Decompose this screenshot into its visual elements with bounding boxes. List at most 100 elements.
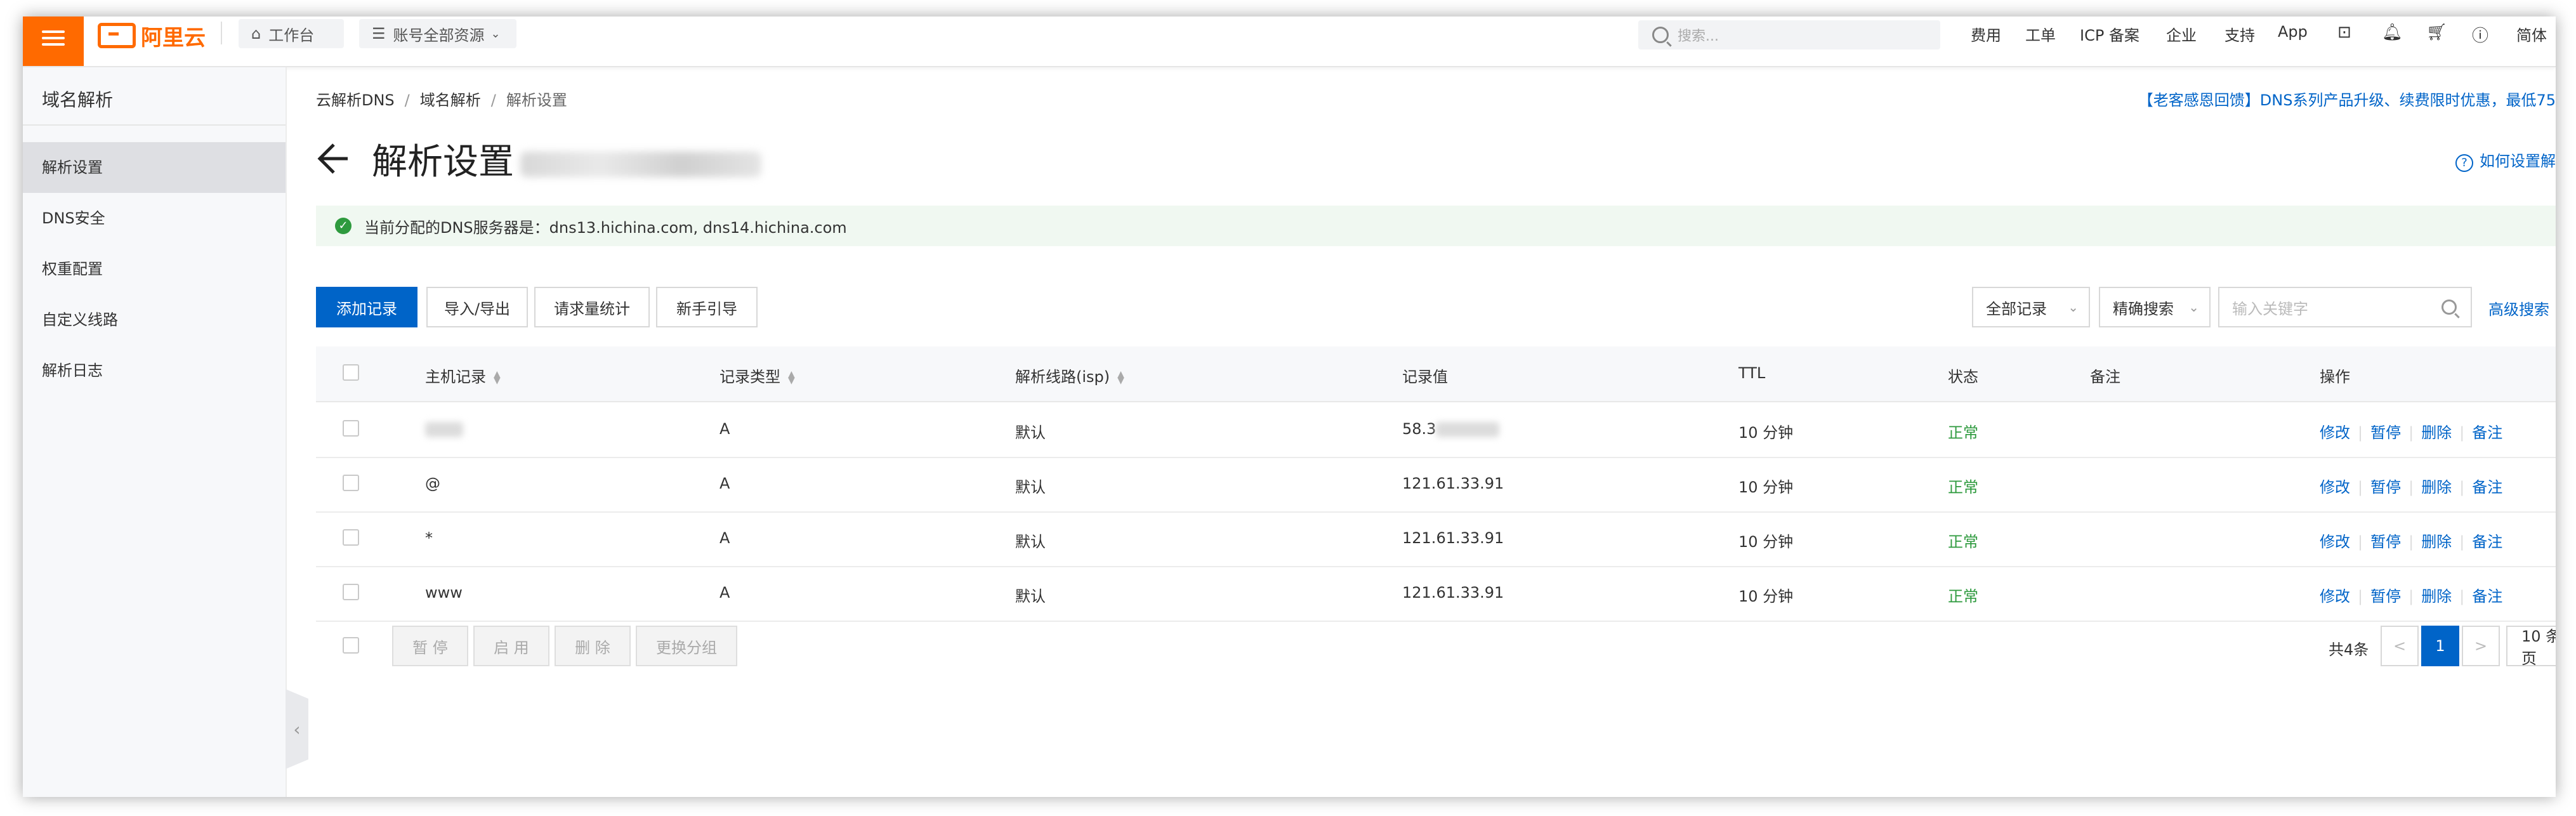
cell-type: A (720, 529, 730, 547)
row-checkbox[interactable] (343, 529, 359, 546)
menu-icon[interactable] (23, 16, 84, 66)
change-group-button[interactable]: 更换分组 (636, 626, 737, 666)
top-link-enterprise[interactable]: 企业 (2166, 23, 2197, 45)
request-stats-button[interactable]: 请求量统计 (534, 287, 650, 327)
resources-label: 账号全部资源 (393, 26, 485, 44)
advanced-search-link[interactable]: 高级搜索 (2488, 297, 2549, 319)
terminal-icon[interactable]: ⊡ (2337, 23, 2351, 42)
note-link[interactable]: 备注 (2472, 533, 2502, 551)
sidebar-item-weight[interactable]: 权重配置 (23, 244, 286, 294)
cell-type: A (720, 584, 730, 602)
cell-value-text: 58.3 (1402, 420, 1436, 438)
cell-ttl: 10 分钟 (1738, 478, 1794, 496)
top-link-tickets[interactable]: 工单 (2025, 23, 2056, 45)
edit-link[interactable]: 修改 (2320, 424, 2350, 442)
edit-link[interactable]: 修改 (2320, 588, 2350, 605)
select-all-checkbox[interactable] (343, 364, 359, 381)
keyword-input[interactable]: 输入关键字 (2218, 287, 2472, 327)
cell-ttl: 10 分钟 (1738, 424, 1794, 442)
row-checkbox[interactable] (343, 475, 359, 491)
breadcrumb-domain[interactable]: 域名解析 (420, 91, 481, 109)
cell-value: 58.3 (1402, 420, 1500, 438)
column-actions: 操作 (2320, 368, 2350, 386)
help-icon[interactable]: ⓘ (2472, 23, 2488, 46)
next-page-button[interactable]: > (2462, 626, 2500, 666)
pause-link[interactable]: 暂停 (2370, 424, 2401, 442)
resources-dropdown[interactable]: ☰ 账号全部资源 ⌄ (359, 19, 516, 48)
add-record-button[interactable]: 添加记录 (316, 287, 417, 327)
howto-link[interactable]: ? 如何设置解 (2455, 148, 2556, 172)
sidebar-item-resolve-settings[interactable]: 解析设置 (23, 142, 286, 193)
sort-icon: ▲ ▼ (788, 369, 795, 386)
cell-host: * (425, 529, 433, 547)
top-link-app[interactable]: App (2278, 23, 2308, 41)
cell-ttl: 10 分钟 (1738, 588, 1794, 605)
sidebar-collapse-handle[interactable]: ‹ (286, 689, 308, 769)
aliyun-logo[interactable]: 阿里云 (98, 22, 206, 51)
top-link-icp[interactable]: ICP 备案 (2080, 23, 2139, 45)
search-mode-select[interactable]: 精确搜索 ⌄ (2099, 287, 2211, 327)
delete-link[interactable]: 删除 (2421, 533, 2452, 551)
table-row: * A 默认 121.61.33.91 10 分钟 正常 修改 | 暂停 | 删除 | 备注 (316, 511, 2556, 567)
search-mode-value: 精确搜索 (2113, 299, 2174, 318)
prev-page-button[interactable]: < (2381, 626, 2419, 666)
pause-link[interactable]: 暂停 (2370, 588, 2401, 605)
page-title: 解析设置 (372, 133, 761, 185)
blurred-ip (1436, 422, 1500, 437)
column-type[interactable]: 记录类型 ▲ ▼ (720, 364, 795, 386)
search-icon[interactable] (2441, 299, 2457, 315)
cell-host: www (425, 584, 463, 602)
check-circle-icon: ✓ (335, 218, 352, 234)
newbie-guide-button[interactable]: 新手引导 (656, 287, 758, 327)
page-1-button[interactable]: 1 (2421, 626, 2459, 666)
record-filter-select[interactable]: 全部记录 ⌄ (1972, 287, 2090, 327)
cell-host: @ (425, 475, 440, 492)
chevron-left-icon: ‹ (293, 718, 301, 740)
row-checkbox[interactable] (343, 584, 359, 600)
sidebar-item-custom-line[interactable]: 自定义线路 (23, 294, 286, 345)
column-line-label: 解析线路(isp) (1015, 368, 1110, 386)
note-link[interactable]: 备注 (2472, 478, 2502, 496)
main-content: 云解析DNS / 域名解析 / 解析设置 【老客感恩回馈】DNS系列产品升级、续费限时优… (316, 67, 2556, 797)
import-export-button[interactable]: 导入/导出 (426, 287, 528, 327)
bulk-enable-button[interactable]: 启 用 (473, 626, 549, 666)
workbench-button[interactable]: ⌂ 工作台 (239, 19, 344, 48)
footer-select-all-checkbox[interactable] (343, 637, 359, 654)
language-switch[interactable]: 简体 (2516, 23, 2547, 45)
pause-link[interactable]: 暂停 (2370, 533, 2401, 551)
breadcrumb: 云解析DNS / 域名解析 / 解析设置 (316, 91, 567, 109)
note-link[interactable]: 备注 (2472, 424, 2502, 442)
sidebar-item-logs[interactable]: 解析日志 (23, 345, 286, 396)
pause-link[interactable]: 暂停 (2370, 478, 2401, 496)
delete-link[interactable]: 删除 (2421, 588, 2452, 605)
edit-link[interactable]: 修改 (2320, 478, 2350, 496)
row-checkbox[interactable] (343, 420, 359, 437)
sidebar-item-dns-security[interactable]: DNS安全 (23, 193, 286, 244)
column-status: 状态 (1948, 368, 1978, 386)
top-link-support[interactable]: 支持 (2224, 23, 2255, 45)
column-line[interactable]: 解析线路(isp) ▲ ▼ (1015, 364, 1124, 386)
bulk-delete-button[interactable]: 删 除 (555, 626, 631, 666)
delete-link[interactable]: 删除 (2421, 478, 2452, 496)
row-actions: 修改 | 暂停 | 删除 | 备注 (2320, 588, 2503, 605)
top-link-fees[interactable]: 费用 (1971, 23, 2001, 45)
page-size-select[interactable]: 10 条/页 (2506, 626, 2556, 668)
cell-type: A (720, 475, 730, 492)
cart-icon[interactable]: 🛒︎ (2426, 23, 2447, 42)
search-placeholder: 搜索... (1678, 29, 1719, 44)
promo-banner-link[interactable]: 【老客感恩回馈】DNS系列产品升级、续费限时优惠，最低75 (2138, 88, 2556, 110)
column-host[interactable]: 主机记录 ▲ ▼ (425, 364, 501, 386)
sidebar-title: 域名解析 (42, 89, 114, 110)
bulk-pause-button[interactable]: 暂 停 (392, 626, 468, 666)
global-search[interactable]: 搜索... (1638, 20, 1940, 49)
delete-link[interactable]: 删除 (2421, 424, 2452, 442)
breadcrumb-dns[interactable]: 云解析DNS (316, 91, 395, 109)
edit-link[interactable]: 修改 (2320, 533, 2350, 551)
alert-text: 当前分配的DNS服务器是：dns13.hichina.com, dns14.hi… (364, 218, 847, 237)
back-arrow-icon[interactable] (316, 141, 352, 176)
cell-value: 121.61.33.91 (1402, 529, 1504, 547)
cell-type: A (720, 420, 730, 438)
bell-icon[interactable]: 🔔︎ (2382, 23, 2403, 42)
logo-mark-icon (98, 23, 136, 48)
note-link[interactable]: 备注 (2472, 588, 2502, 605)
